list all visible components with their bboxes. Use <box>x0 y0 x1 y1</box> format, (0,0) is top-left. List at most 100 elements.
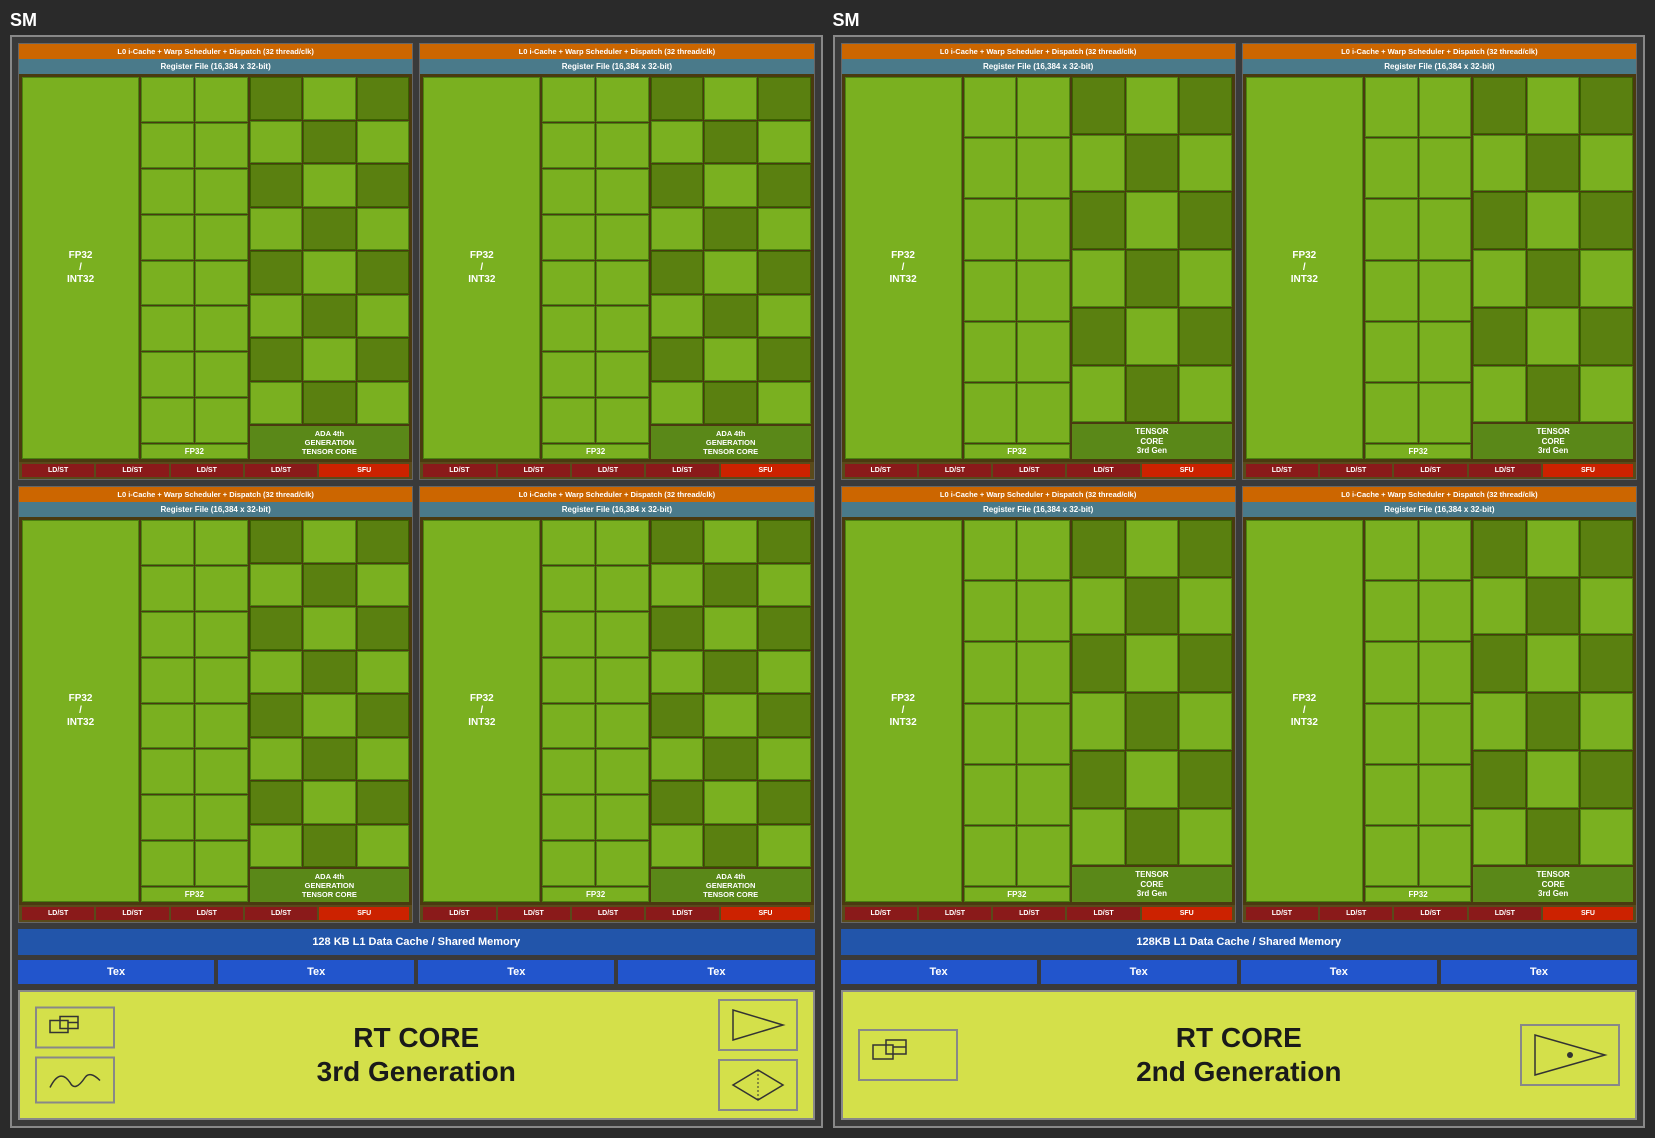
fp32-label-bl: FP32 <box>141 887 247 902</box>
reg-file-br: Register File (16,384 x 32-bit) <box>420 502 813 517</box>
left-rt-icons-right <box>718 999 798 1111</box>
right-reg-file-br: Register File (16,384 x 32-bit) <box>1243 502 1636 517</box>
bottom-row-br: LD/ST LD/ST LD/ST LD/ST SFU <box>420 905 813 922</box>
right-fp32-br: FP32 <box>1365 887 1471 902</box>
left-tex-3: Tex <box>418 960 614 984</box>
rt-icon-diagram-2 <box>45 1063 105 1098</box>
tensor-label-tl: ADA 4thGENERATIONTENSOR CORE <box>250 426 410 459</box>
left-rt-gen-span: 3rd Generation <box>317 1056 516 1087</box>
bottom-row-tr: LD/ST LD/ST LD/ST LD/ST SFU <box>420 462 813 479</box>
right-tensor-tl: TENSORCORE3rd Gen <box>1072 424 1232 459</box>
right-reg-file-bl: Register File (16,384 x 32-bit) <box>842 502 1235 517</box>
fp32-label-tl: FP32 <box>141 444 247 459</box>
right-rt-core-text: RT CORE 2nd Generation <box>1136 1021 1341 1088</box>
left-rt-core-box: RT CORE 3rd Generation <box>18 990 815 1120</box>
left-warp-grid: L0 i-Cache + Warp Scheduler + Dispatch (… <box>18 43 815 923</box>
tensor-label-tr: ADA 4thGENERATIONTENSOR CORE <box>651 426 811 459</box>
right-warp-grid: L0 i-Cache + Warp Scheduler + Dispatch (… <box>841 43 1638 923</box>
fp32-int32-label-bl: FP32/INT32 <box>22 520 139 902</box>
right-bottom-row-br: LD/ST LD/ST LD/ST LD/ST SFU <box>1243 905 1636 922</box>
sfu-2: SFU <box>721 464 811 477</box>
right-tex-4: Tex <box>1441 960 1637 984</box>
fp32-int32-label-tr: FP32/INT32 <box>423 77 540 459</box>
right-fp32-tr: FP32 <box>1365 444 1471 459</box>
right-fp32-int32-bl: FP32/INT32 <box>845 520 962 902</box>
right-warp-block-tr: L0 i-Cache + Warp Scheduler + Dispatch (… <box>1242 43 1637 480</box>
ldst-4: LD/ST <box>245 464 317 477</box>
left-rt-title-span: RT CORE <box>353 1022 479 1053</box>
fp32-int32-label-br: FP32/INT32 <box>423 520 540 902</box>
ldst-9: LD/ST <box>22 907 94 920</box>
ldst-2: LD/ST <box>96 464 168 477</box>
ldst-1: LD/ST <box>22 464 94 477</box>
bottom-row-tl: LD/ST LD/ST LD/ST LD/ST SFU <box>19 462 412 479</box>
ldst-8: LD/ST <box>646 464 718 477</box>
right-rt-core-box: RT CORE 2nd Generation <box>841 990 1638 1120</box>
ldst-3: LD/ST <box>171 464 243 477</box>
right-rt-icon-triangle-1 <box>1530 1030 1610 1080</box>
ldst-14: LD/ST <box>498 907 570 920</box>
rt-icon-box-4 <box>718 1059 798 1111</box>
fp32-label-tr: FP32 <box>542 444 648 459</box>
right-tex-3: Tex <box>1241 960 1437 984</box>
ldst-10: LD/ST <box>96 907 168 920</box>
ldst-7: LD/ST <box>572 464 644 477</box>
ldst-5: LD/ST <box>423 464 495 477</box>
right-rt-icon-diagram-1 <box>868 1035 948 1075</box>
right-tex-row: Tex Tex Tex Tex <box>841 960 1638 984</box>
right-rt-icon-box-2 <box>1520 1024 1620 1086</box>
right-warp-header-bl: L0 i-Cache + Warp Scheduler + Dispatch (… <box>842 487 1235 502</box>
reg-file-bl: Register File (16,384 x 32-bit) <box>19 502 412 517</box>
right-sm-label: SM <box>833 10 1646 31</box>
right-warp-header-tr: L0 i-Cache + Warp Scheduler + Dispatch (… <box>1243 44 1636 59</box>
right-rt-core-title: RT CORE 2nd Generation <box>1136 1021 1341 1088</box>
right-rt-gen-span: 2nd Generation <box>1136 1056 1341 1087</box>
left-sm-container: SM L0 i-Cache + Warp Scheduler + Dispatc… <box>10 10 823 1128</box>
bottom-row-bl: LD/ST LD/ST LD/ST LD/ST SFU <box>19 905 412 922</box>
left-tex-2: Tex <box>218 960 414 984</box>
right-tex-1: Tex <box>841 960 1037 984</box>
ldst-12: LD/ST <box>245 907 317 920</box>
right-bottom-row-tr: LD/ST LD/ST LD/ST LD/ST SFU <box>1243 462 1636 479</box>
warp-header-bl: L0 i-Cache + Warp Scheduler + Dispatch (… <box>19 487 412 502</box>
reg-file-tl: Register File (16,384 x 32-bit) <box>19 59 412 74</box>
left-rt-core-title: RT CORE 3rd Generation <box>317 1021 516 1088</box>
right-fp32-bl: FP32 <box>964 887 1070 902</box>
warp-header-tl: L0 i-Cache + Warp Scheduler + Dispatch (… <box>19 44 412 59</box>
right-rt-icon-box-1 <box>858 1029 958 1081</box>
right-tex-2: Tex <box>1041 960 1237 984</box>
left-warp-block-br: L0 i-Cache + Warp Scheduler + Dispatch (… <box>419 486 814 923</box>
right-rt-title-span: RT CORE <box>1176 1022 1302 1053</box>
rt-icon-box-1 <box>35 1007 115 1049</box>
right-warp-block-bl: L0 i-Cache + Warp Scheduler + Dispatch (… <box>841 486 1236 923</box>
left-tex-1: Tex <box>18 960 214 984</box>
tensor-label-br: ADA 4thGENERATIONTENSOR CORE <box>651 869 811 902</box>
left-sm-label: SM <box>10 10 823 31</box>
tensor-label-bl: ADA 4thGENERATIONTENSOR CORE <box>250 869 410 902</box>
left-rt-icons-left <box>35 1007 115 1104</box>
right-warp-block-tl: L0 i-Cache + Warp Scheduler + Dispatch (… <box>841 43 1236 480</box>
right-tensor-bl: TENSORCORE3rd Gen <box>1072 867 1232 902</box>
right-sm-box: L0 i-Cache + Warp Scheduler + Dispatch (… <box>833 35 1646 1128</box>
left-tex-4: Tex <box>618 960 814 984</box>
left-tex-row: Tex Tex Tex Tex <box>18 960 815 984</box>
left-l1-cache: 128 KB L1 Data Cache / Shared Memory <box>18 929 815 955</box>
ldst-13: LD/ST <box>423 907 495 920</box>
sfu-3: SFU <box>319 907 409 920</box>
right-rt-icons-left <box>858 1029 958 1081</box>
right-bottom-row-tl: LD/ST LD/ST LD/ST LD/ST SFU <box>842 462 1235 479</box>
warp-header-tr: L0 i-Cache + Warp Scheduler + Dispatch (… <box>420 44 813 59</box>
reg-file-tr: Register File (16,384 x 32-bit) <box>420 59 813 74</box>
rt-icon-box-3 <box>718 999 798 1051</box>
right-warp-header-tl: L0 i-Cache + Warp Scheduler + Dispatch (… <box>842 44 1235 59</box>
fp32-int32-label-tl: FP32/INT32 <box>22 77 139 459</box>
right-reg-file-tr: Register File (16,384 x 32-bit) <box>1243 59 1636 74</box>
left-warp-block-bl: L0 i-Cache + Warp Scheduler + Dispatch (… <box>18 486 413 923</box>
right-bottom-row-bl: LD/ST LD/ST LD/ST LD/ST SFU <box>842 905 1235 922</box>
right-sm-container: SM L0 i-Cache + Warp Scheduler + Dispatc… <box>833 10 1646 1128</box>
ldst-16: LD/ST <box>646 907 718 920</box>
right-warp-header-br: L0 i-Cache + Warp Scheduler + Dispatch (… <box>1243 487 1636 502</box>
right-l1-cache: 128KB L1 Data Cache / Shared Memory <box>841 929 1638 955</box>
left-warp-block-tl: L0 i-Cache + Warp Scheduler + Dispatch (… <box>18 43 413 480</box>
rt-icon-3d-1 <box>728 1065 788 1105</box>
